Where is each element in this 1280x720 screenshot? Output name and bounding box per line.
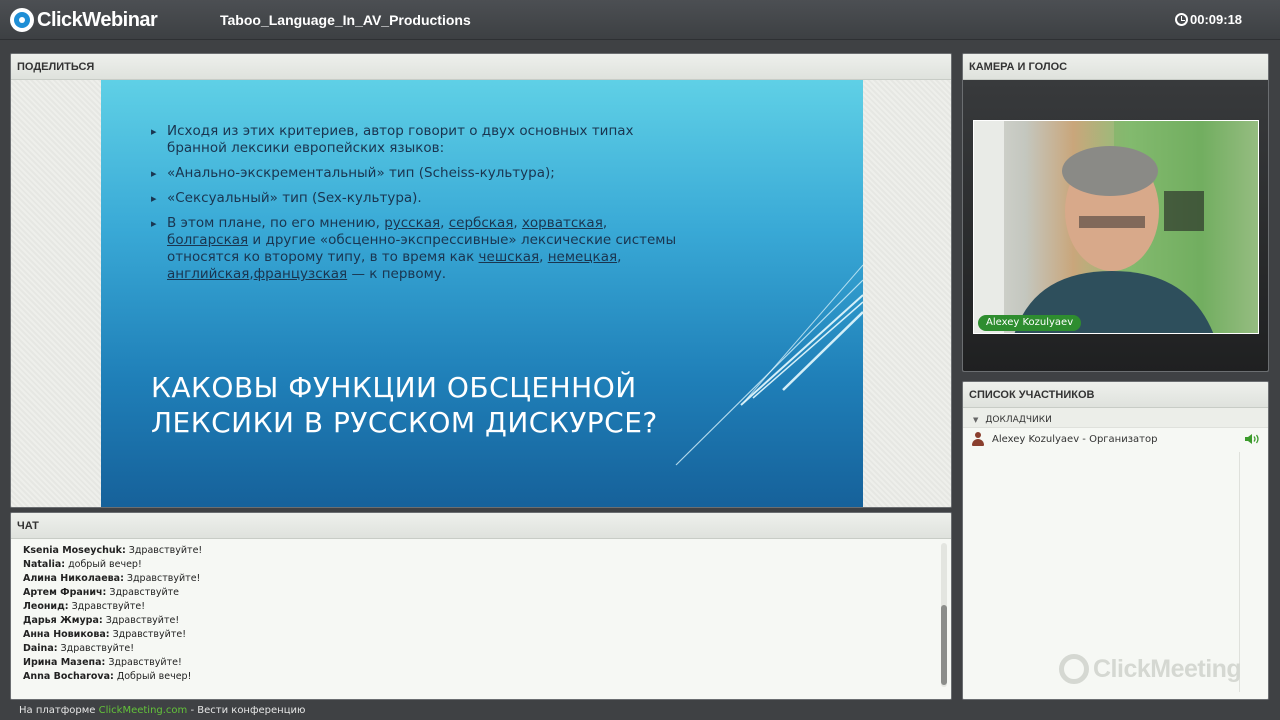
chat-text: Здравствуйте! — [105, 657, 182, 668]
chat-author: Natalia: — [23, 559, 66, 570]
top-bar: ClickWebinar Taboo_Language_In_AV_Produc… — [0, 0, 1280, 40]
chat-scrollbar[interactable] — [941, 543, 947, 687]
slide-link-german: немецкая — [547, 249, 618, 265]
presentation-slide: Исходя из этих критериев, автор говорит … — [101, 80, 863, 507]
caret-down-icon: ▼ — [973, 416, 979, 424]
chat-message: Артем Франич: Здравствуйте — [23, 586, 923, 600]
chat-text: Добрый вечер! — [113, 671, 192, 682]
slide-link-croatian: хорватская — [521, 215, 603, 231]
share-panel: ПОДЕЛИТЬСЯ Исходя из этих критериев, авт… — [10, 53, 952, 508]
chat-text: Здравствуйте! — [68, 601, 146, 612]
participant-name: Alexey Kozulyaev - Организатор — [992, 433, 1158, 445]
chat-text: Здравствуйте! — [109, 629, 187, 640]
camera-panel-header: КАМЕРА И ГОЛОС — [963, 54, 1268, 80]
slide-bullets: Исходя из этих критериев, автор говорит … — [151, 123, 691, 291]
slide-link-french: французская — [253, 266, 348, 282]
chat-message: Natalia: добрый вечер! — [23, 558, 923, 572]
share-area: Исходя из этих критериев, автор говорит … — [11, 80, 951, 507]
video-feed[interactable]: Alexey Kozulyaev — [973, 120, 1259, 334]
chat-text: Здравствуйте — [106, 587, 180, 598]
camera-panel: КАМЕРА И ГОЛОС Alexey Kozulyaev — [962, 53, 1269, 372]
camera-area: Alexey Kozulyaev — [963, 80, 1268, 371]
slide-link-bulgarian: болгарская — [167, 232, 249, 248]
participants-list: ▼ ДОКЛАДЧИКИ Alexey Kozulyaev - Организа… — [963, 408, 1268, 699]
chat-panel: ЧАТ Ksenia Moseychuk: Здравствуйте! Nata… — [10, 512, 952, 700]
chat-author: Алина Николаева: — [23, 573, 124, 584]
chat-message: Daina: Здравствуйте! — [23, 642, 923, 656]
speaker-video-image — [974, 121, 1258, 333]
chat-author: Ksenia Moseychuk: — [23, 545, 126, 556]
footer-suffix: - Вести конференцию — [187, 705, 306, 716]
chat-author: Ирина Мазепа: — [23, 657, 106, 668]
session-timer: 00:09:18 — [1175, 12, 1242, 27]
chat-message-list: Ksenia Moseychuk: Здравствуйте! Natalia:… — [23, 544, 923, 684]
chat-area: Ksenia Moseychuk: Здравствуйте! Natalia:… — [11, 539, 951, 699]
chat-author: Дарья Жмура: — [23, 615, 103, 626]
chat-scrollbar-thumb[interactable] — [941, 605, 947, 685]
slide-link-russian: русская — [384, 215, 441, 231]
chat-message: Леонид: Здравствуйте! — [23, 600, 923, 614]
chat-message: Дарья Жмура: Здравствуйте! — [23, 614, 923, 628]
video-name-tag: Alexey Kozulyaev — [978, 315, 1082, 331]
slide-link-serbian: сербская — [448, 215, 514, 231]
chat-message: Anna Bocharova: Добрый вечер! — [23, 670, 923, 684]
share-panel-header: ПОДЕЛИТЬСЯ — [11, 54, 951, 80]
slide-bullet-2: «Анально-экскрементальный» тип (Scheiss-… — [151, 165, 691, 182]
clickmeeting-watermark: ClickMeeting — [1059, 654, 1242, 684]
chat-panel-header: ЧАТ — [11, 513, 951, 539]
chat-author: Anna Bocharova: — [23, 671, 114, 682]
slide-bullet-1: Исходя из этих критериев, автор говорит … — [151, 123, 691, 157]
participant-row[interactable]: Alexey Kozulyaev - Организатор — [963, 428, 1268, 450]
participants-group-presenters[interactable]: ▼ ДОКЛАДЧИКИ — [963, 408, 1268, 428]
footer-prefix: На платформе — [19, 705, 99, 716]
chat-author: Daina: — [23, 643, 58, 654]
slide-link-czech: чешская — [478, 249, 540, 265]
chat-text: Здравствуйте! — [123, 573, 201, 584]
chat-text: Здравствуйте! — [102, 615, 180, 626]
slide-link-english: английская — [167, 266, 250, 282]
footer-link[interactable]: ClickMeeting.com — [99, 705, 188, 716]
participants-panel-header: СПИСОК УЧАСТНИКОВ — [963, 382, 1268, 408]
chat-message: Ksenia Moseychuk: Здравствуйте! — [23, 544, 923, 558]
chat-text: добрый вечер! — [65, 559, 142, 570]
chat-message: Анна Новикова: Здравствуйте! — [23, 628, 923, 642]
clickmeeting-logo-icon — [1059, 654, 1089, 684]
chat-author: Артем Франич: — [23, 587, 107, 598]
chat-author: Анна Новикова: — [23, 629, 110, 640]
speaker-on-icon[interactable] — [1244, 433, 1262, 445]
logo-text: ClickWebinar — [37, 8, 158, 31]
chat-author: Леонид: — [23, 601, 69, 612]
slide-bullet-4: В этом плане, по его мнению, русская, се… — [151, 215, 691, 283]
slide-bullet-3: «Сексуальный» тип (Sex-культура). — [151, 190, 691, 207]
logo-icon — [10, 8, 34, 32]
webinar-title: Taboo_Language_In_AV_Productions — [220, 12, 471, 28]
group-label: ДОКЛАДЧИКИ — [985, 415, 1052, 425]
chat-message: Алина Николаева: Здравствуйте! — [23, 572, 923, 586]
clock-icon — [1175, 13, 1188, 26]
footer: На платформе ClickMeeting.com - Вести ко… — [19, 705, 305, 716]
chat-text: Здравствуйте! — [125, 545, 203, 556]
watermark-text: ClickMeeting — [1093, 654, 1242, 683]
participants-panel: СПИСОК УЧАСТНИКОВ ▼ ДОКЛАДЧИКИ Alexey Ko… — [962, 381, 1269, 700]
timer-value: 00:09:18 — [1190, 12, 1243, 27]
person-icon — [971, 432, 985, 446]
clickwebinar-logo: ClickWebinar — [10, 7, 158, 33]
slide-heading: КАКОВЫ ФУНКЦИИ ОБСЦЕННОЙ ЛЕКСИКИ В РУССК… — [151, 371, 658, 439]
chat-message: Ирина Мазепа: Здравствуйте! — [23, 656, 923, 670]
chat-text: Здравствуйте! — [57, 643, 134, 654]
